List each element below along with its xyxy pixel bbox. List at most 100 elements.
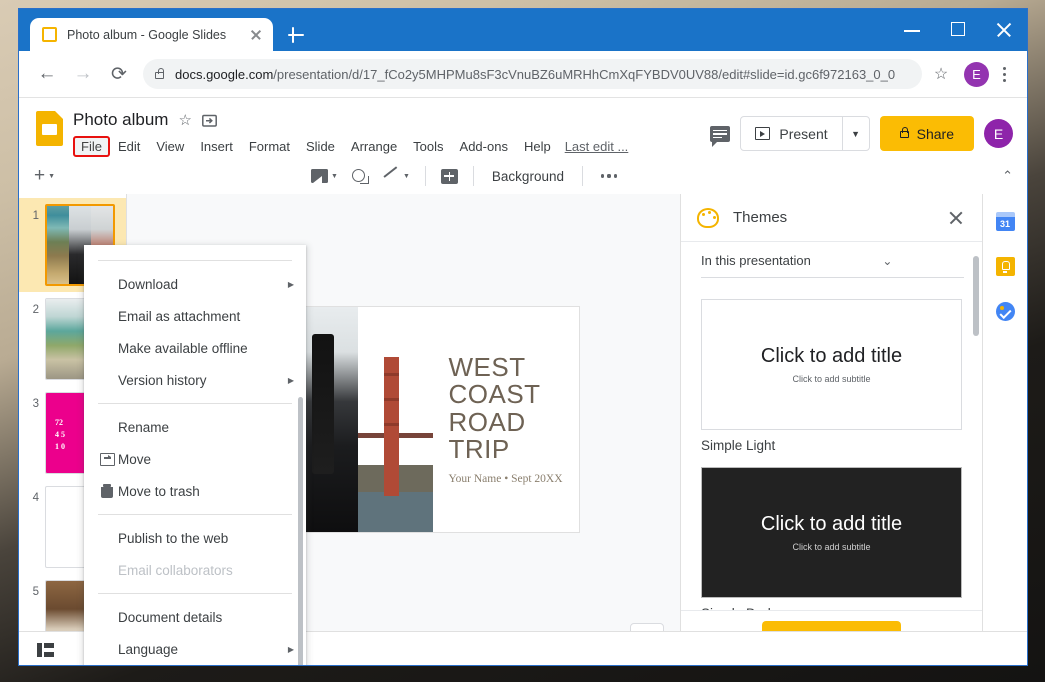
present-button[interactable]: Present — [741, 117, 841, 150]
theme-preview[interactable]: Click to add title Click to add subtitle — [701, 467, 962, 599]
forward-button[interactable]: → — [65, 56, 101, 92]
more-options-icon[interactable] — [593, 174, 625, 178]
new-slide-button[interactable]: + ▼ — [29, 166, 60, 186]
slides-toolbar: + ▼ ▼ ▼ Background ⌃ — [19, 158, 1027, 194]
slide-photo-bridge[interactable] — [357, 307, 433, 532]
theme-preview-subtitle: Click to add subtitle — [792, 542, 871, 553]
move-icon — [96, 452, 118, 466]
collapse-toolbar-icon[interactable]: ⌃ — [1002, 168, 1013, 184]
theme-card-simple-light[interactable]: Click to add title Click to add subtitle… — [701, 299, 962, 453]
reload-button[interactable]: ⟳ — [101, 56, 137, 92]
share-label: Share — [916, 125, 954, 142]
close-themes-panel-icon[interactable] — [946, 208, 966, 228]
last-edit-link[interactable]: Last edit ... — [565, 139, 629, 154]
shape-icon — [351, 168, 369, 184]
menu-item-publish-to-the-web[interactable]: Publish to the web — [84, 522, 306, 554]
menu-item-move[interactable]: Move — [84, 443, 306, 475]
menu-item-label: Move to trash — [118, 483, 200, 499]
menu-item-move-to-trash[interactable]: Move to trash — [84, 475, 306, 507]
menu-view[interactable]: View — [148, 136, 192, 157]
menu-item-document-details[interactable]: Document details — [84, 601, 306, 633]
slide-number: 2 — [32, 304, 39, 316]
present-label: Present — [779, 125, 828, 142]
menu-addons[interactable]: Add-ons — [452, 136, 516, 157]
chevron-down-icon: ⌄ — [882, 253, 893, 268]
bookmark-star-icon[interactable]: ☆ — [926, 59, 956, 89]
url-text: docs.google.com/presentation/d/17_fCo2y5… — [175, 67, 895, 82]
header-right: Present ▼ Share E — [710, 109, 1019, 158]
address-bar[interactable]: docs.google.com/presentation/d/17_fCo2y5… — [143, 59, 922, 89]
google-keep-icon[interactable] — [995, 257, 1015, 276]
menu-item-rename[interactable]: Rename — [84, 411, 306, 443]
add-comment-button[interactable] — [436, 166, 463, 187]
minimize-button[interactable] — [889, 9, 935, 51]
insert-image-button[interactable]: ▼ — [306, 166, 343, 186]
comment-history-icon[interactable] — [710, 125, 731, 147]
line-icon — [383, 169, 400, 184]
document-title[interactable]: Photo album — [73, 110, 168, 130]
browser-window: Photo album - Google Slides ← → ⟳ docs.g… — [18, 8, 1028, 666]
theme-preview[interactable]: Click to add title Click to add subtitle — [701, 299, 962, 431]
slide-subtitle[interactable]: Your Name • Sept 20XX — [449, 473, 569, 485]
menu-format[interactable]: Format — [241, 136, 298, 157]
theme-filter-dropdown[interactable]: In this presentation ⌄ — [701, 253, 964, 279]
menu-item-download[interactable]: Download ▶ — [84, 268, 306, 300]
toolbar-divider — [472, 166, 474, 186]
menu-item-label: Language — [118, 641, 179, 657]
tab-title: Photo album - Google Slides — [67, 27, 227, 42]
insert-shape-button[interactable] — [347, 166, 374, 187]
menu-item-label: Download — [118, 276, 179, 292]
add-comment-icon — [440, 168, 458, 184]
move-to-folder-icon[interactable] — [201, 114, 217, 127]
theme-card-simple-dark[interactable]: Click to add title Click to add subtitle… — [701, 467, 962, 610]
present-dropdown-button[interactable]: ▼ — [841, 117, 869, 150]
maximize-button[interactable] — [935, 9, 981, 51]
menu-file[interactable]: File — [73, 136, 110, 157]
google-calendar-icon[interactable]: 31 — [995, 212, 1015, 231]
insert-line-button[interactable]: ▼ — [378, 166, 415, 187]
menu-divider — [98, 593, 292, 594]
slides-favicon-icon — [42, 27, 57, 42]
google-tasks-icon[interactable] — [995, 302, 1015, 321]
menu-insert[interactable]: Insert — [192, 136, 241, 157]
browser-profile-avatar[interactable]: E — [964, 61, 989, 87]
menu-arrange[interactable]: Arrange — [343, 136, 405, 157]
menu-item-make-available-offline[interactable]: Make available offline — [84, 332, 306, 364]
themes-panel-scrollbar[interactable] — [973, 256, 979, 336]
close-window-button[interactable] — [981, 9, 1027, 51]
menu-bar: File Edit View Insert Format Slide Arran… — [73, 136, 710, 157]
slide-number: 1 — [32, 210, 39, 222]
file-menu-dropdown[interactable]: Download ▶ Email as attachment Make avai… — [84, 245, 306, 666]
menu-slide[interactable]: Slide — [298, 136, 343, 157]
themes-panel-title: Themes — [733, 209, 788, 227]
themes-list[interactable]: Click to add title Click to add subtitle… — [681, 289, 982, 610]
share-button[interactable]: Share — [879, 116, 974, 151]
menu-tools[interactable]: Tools — [405, 136, 451, 157]
close-tab-icon[interactable] — [247, 26, 265, 44]
side-rail: 31 › — [982, 194, 1027, 665]
present-button-group: Present ▼ — [740, 116, 870, 151]
background-button[interactable]: Background — [484, 169, 572, 184]
chrome-menu-icon[interactable] — [991, 59, 1017, 89]
menu-item-version-history[interactable]: Version history ▶ — [84, 364, 306, 396]
menu-item-language[interactable]: Language ▶ — [84, 633, 306, 665]
slide-text-block[interactable]: WEST COAST ROAD TRIP Your Name • Sept 20… — [433, 307, 579, 532]
back-button[interactable]: ← — [29, 56, 65, 92]
menu-help[interactable]: Help — [516, 136, 559, 157]
slide-title[interactable]: WEST COAST ROAD TRIP — [449, 354, 569, 462]
menu-edit[interactable]: Edit — [110, 136, 148, 157]
star-icon[interactable]: ☆ — [178, 111, 191, 129]
account-avatar[interactable]: E — [984, 119, 1013, 148]
menu-item-email-collaborators: Email collaborators — [84, 554, 306, 586]
menu-item-label: Version history — [118, 372, 207, 388]
theme-preview-title: Click to add title — [760, 513, 903, 536]
menu-item-page-setup[interactable]: Page setup — [84, 665, 306, 666]
new-tab-button[interactable] — [285, 24, 307, 46]
url-domain: docs.google.com — [175, 66, 274, 82]
slides-logo-icon[interactable] — [36, 111, 63, 146]
chevron-down-icon: ▼ — [402, 172, 410, 180]
menu-item-email-as-attachment[interactable]: Email as attachment — [84, 300, 306, 332]
file-menu-scrollbar[interactable] — [298, 397, 303, 665]
speaker-notes-icon[interactable] — [37, 642, 54, 657]
browser-tab[interactable]: Photo album - Google Slides — [30, 18, 273, 51]
